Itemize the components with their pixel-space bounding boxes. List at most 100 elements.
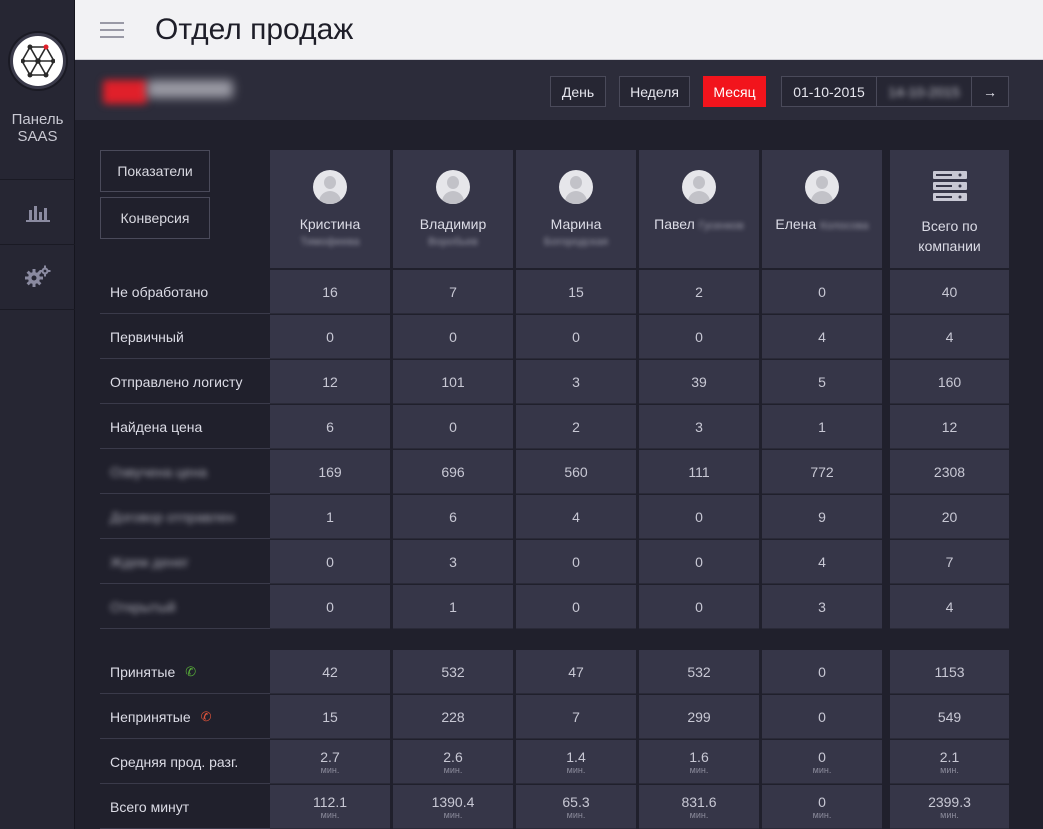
table-cell: 3: [393, 540, 513, 584]
company-total-header: Всего по компании: [890, 150, 1009, 268]
cell-value: 2399.3: [928, 793, 971, 810]
server-icon: [932, 171, 967, 201]
table-cell: 0: [762, 270, 882, 314]
cell-value: 831.6: [681, 793, 717, 810]
employee-last-name: Тимофеева: [300, 236, 360, 248]
row-label-text: Ждем денег: [110, 553, 189, 570]
table-cell: 2399.3 мин.: [890, 785, 1009, 829]
row-label: Первичный: [100, 315, 270, 359]
cell-value: 1: [449, 598, 457, 615]
table-cell: 6: [393, 495, 513, 539]
table-cell: 7: [890, 540, 1009, 584]
cell-value: 20: [941, 508, 958, 525]
date-from-input[interactable]: 01-10-2015: [782, 77, 877, 106]
cell-unit: мин.: [689, 809, 709, 820]
page-title: Отдел продаж: [155, 13, 354, 46]
table-cell: 696: [393, 450, 513, 494]
table-cell: 0: [762, 650, 882, 694]
page-header: Отдел продаж: [75, 0, 1043, 60]
main-content: Показатели Конверсия Кристина Тимофеева …: [75, 120, 1043, 829]
sidebar-item-analytics[interactable]: [0, 180, 75, 244]
table-cell: 772: [762, 450, 882, 494]
period-month-button[interactable]: Месяц: [703, 76, 766, 107]
cell-value: 1153: [934, 663, 965, 680]
employee-header[interactable]: Марина Богородская: [516, 150, 636, 268]
employee-header[interactable]: Кристина Тимофеева: [270, 150, 390, 268]
cell-value: 9: [818, 508, 826, 525]
cell-value: 16: [322, 283, 338, 300]
cell-value: 15: [568, 283, 584, 300]
cell-value: 0: [572, 598, 580, 615]
row-label-text: Отправлено логисту: [110, 373, 243, 390]
date-to-value: 14-10-2015: [888, 83, 960, 100]
total-title-line2: компании: [918, 238, 981, 254]
table-cell: 1: [393, 585, 513, 629]
row-label: Открытый: [100, 585, 270, 629]
table-cell: 160: [890, 360, 1009, 404]
table-cell: 7: [516, 695, 636, 739]
table-cell: 9: [762, 495, 882, 539]
employee-name: Павел Гусенков: [639, 216, 759, 232]
table-cell: 2.1 мин.: [890, 740, 1009, 784]
logo[interactable]: [10, 33, 66, 89]
table-cell: 0 мин.: [762, 740, 882, 784]
cell-value: 0: [326, 598, 334, 615]
employee-header[interactable]: Елена Колосова: [762, 150, 882, 268]
employee-first-name: Кристина: [299, 216, 361, 232]
table-cell: 4: [890, 315, 1009, 359]
cell-value: 2.7: [320, 748, 340, 765]
table-cell: 0: [270, 315, 390, 359]
row-label: Принятые ✆: [100, 650, 270, 694]
table-cell: 47: [516, 650, 636, 694]
table-cell: 42: [270, 650, 390, 694]
company-name: [147, 80, 233, 98]
date-to-input[interactable]: 14-10-2015: [877, 77, 972, 106]
table-cell: 40: [890, 270, 1009, 314]
indicators-button[interactable]: Показатели: [100, 150, 210, 192]
cell-unit: мин.: [940, 764, 959, 775]
cell-value: 2.1: [939, 748, 960, 765]
period-day-button[interactable]: День: [550, 76, 606, 107]
table-cell: 1: [762, 405, 882, 449]
table-cell: 0: [639, 495, 759, 539]
sidebar-item-settings[interactable]: [0, 245, 75, 309]
apply-arrow-icon[interactable]: →: [972, 77, 1008, 106]
row-label: Найдена цена: [100, 405, 270, 449]
table-cell: 2308: [890, 450, 1009, 494]
conversion-button[interactable]: Конверсия: [100, 197, 210, 239]
cell-value: 0: [818, 748, 826, 765]
cell-unit: мин.: [812, 764, 832, 775]
table-cell: 0: [516, 315, 636, 359]
period-week-button[interactable]: Неделя: [619, 76, 690, 107]
cell-value: 0: [695, 553, 703, 570]
table-cell: 65.3 мин.: [516, 785, 636, 829]
table-cell: 0: [270, 540, 390, 584]
cell-value: 3: [572, 373, 580, 390]
cell-value: 1390.4: [431, 793, 475, 810]
cell-value: 1: [326, 508, 334, 525]
cell-unit: мин.: [443, 764, 463, 775]
cell-value: 3: [449, 553, 457, 570]
cell-value: 299: [687, 708, 711, 725]
employee-header[interactable]: Владимир Воробьев: [393, 150, 513, 268]
table-cell: 2: [639, 270, 759, 314]
cell-unit: мин.: [320, 764, 340, 775]
cell-value: 0: [695, 598, 703, 615]
table-cell: 2.6 мин.: [393, 740, 513, 784]
row-label: Отправлено логисту: [100, 360, 270, 404]
cell-value: 0: [818, 708, 826, 725]
menu-icon[interactable]: [100, 22, 124, 38]
employee-last-name: Гусенков: [698, 220, 744, 232]
table-cell: 39: [639, 360, 759, 404]
table-cell: 560: [516, 450, 636, 494]
table-cell: 831.6 мин.: [639, 785, 759, 829]
cell-unit: мин.: [320, 809, 340, 820]
employee-header[interactable]: Павел Гусенков: [639, 150, 759, 268]
cell-value: 47: [568, 663, 584, 680]
bar-chart-icon: [25, 206, 50, 222]
divider: [0, 309, 75, 310]
cell-value: 42: [322, 663, 338, 680]
table-cell: 228: [393, 695, 513, 739]
row-label-text: Принятые: [110, 663, 176, 680]
table-cell: 169: [270, 450, 390, 494]
